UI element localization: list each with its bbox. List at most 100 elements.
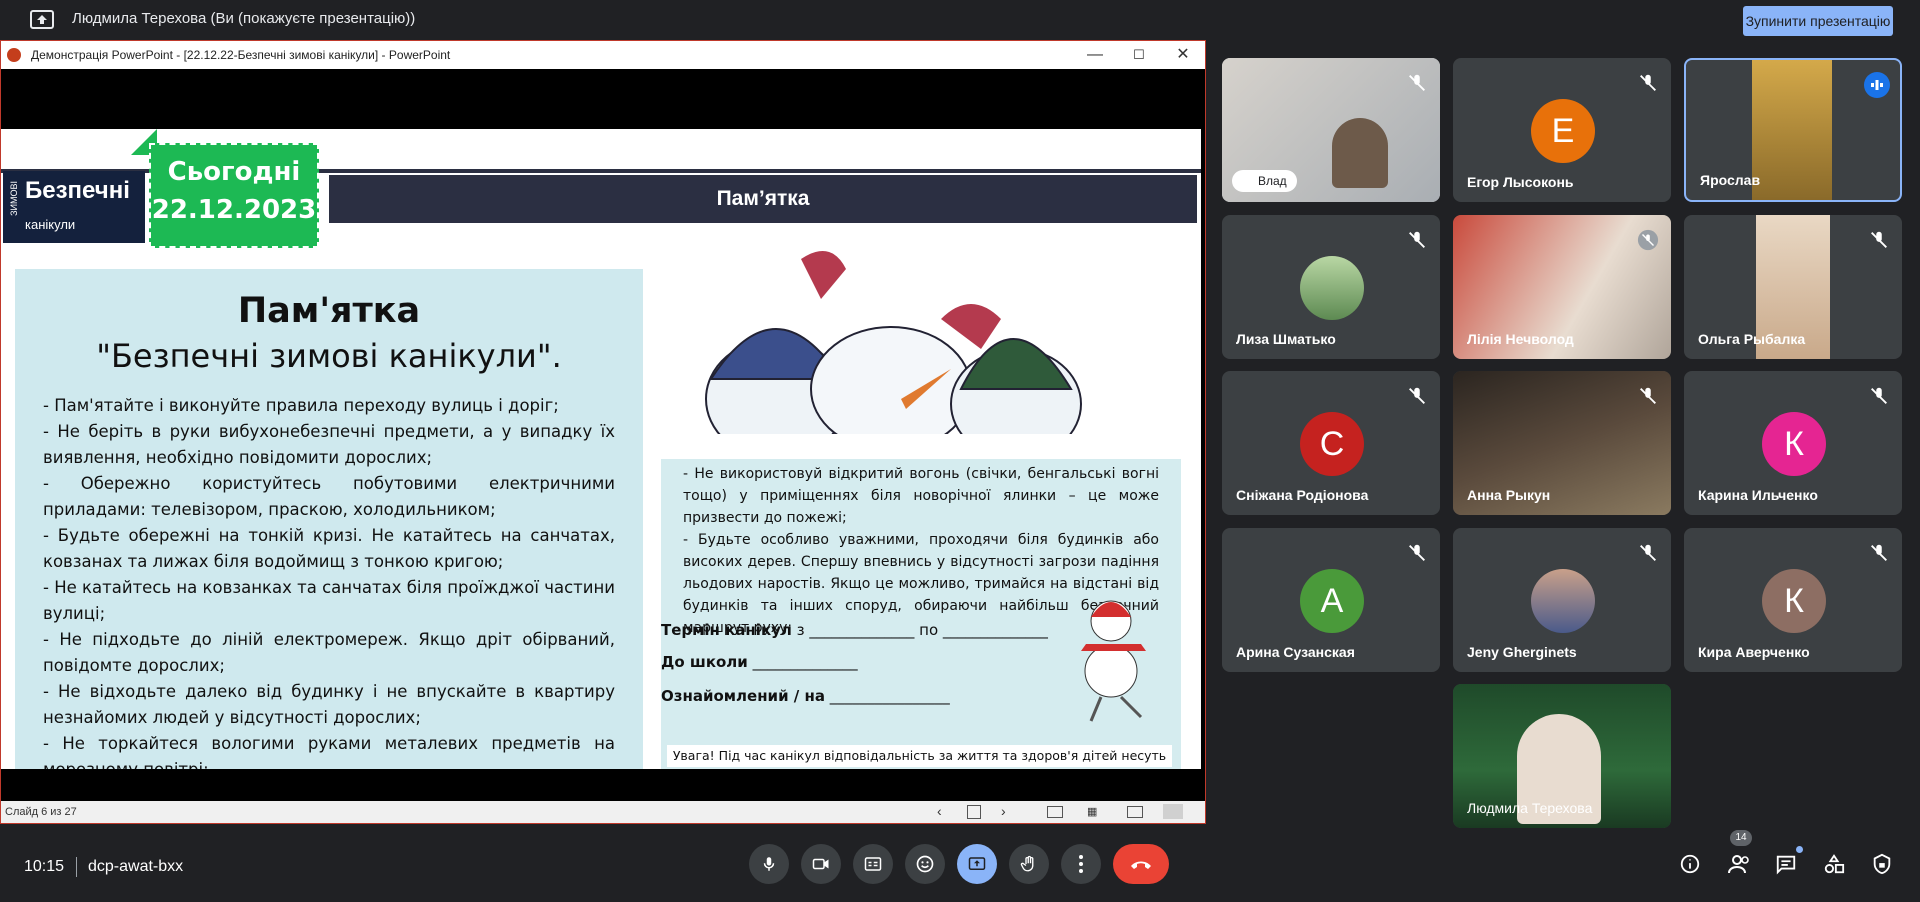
chat-button[interactable] xyxy=(1770,846,1803,880)
stop-presenting-button[interactable]: Зупинити презентацію xyxy=(1743,6,1893,36)
ppt-titlebar: Демонстрація PowerPoint - [22.12.22-Безп… xyxy=(1,41,1205,69)
more-options-button[interactable] xyxy=(1061,844,1101,884)
participant-tile[interactable]: К Карина Ильченко xyxy=(1684,371,1902,515)
participant-name: Сніжана Родіонова xyxy=(1236,487,1369,503)
participant-name: Людмила Терехова xyxy=(1467,800,1593,816)
memo-rule: - Не беріть в руки вибухонебезпечні пред… xyxy=(43,422,615,467)
memo-rule: - Не відходьте далеко від будинку і не в… xyxy=(43,682,615,727)
memo-right-panel: - Не використовуй відкритий вогонь (свіч… xyxy=(661,459,1181,769)
host-controls-button[interactable] xyxy=(1866,848,1898,880)
participant-tile-active-speaker[interactable]: Ярослав xyxy=(1684,58,1902,202)
close-icon[interactable]: ✕ xyxy=(1173,45,1193,65)
avatar: Е xyxy=(1531,99,1595,163)
participant-name: Егор Лысоконь xyxy=(1467,174,1574,190)
slideshow-view-icon[interactable] xyxy=(1163,804,1183,819)
normal-view-icon[interactable] xyxy=(1047,806,1063,818)
camera-button[interactable] xyxy=(801,844,841,884)
date-label: Сьогодні xyxy=(167,157,301,187)
participant-badge: Влад xyxy=(1232,170,1297,192)
avatar: С xyxy=(1300,412,1364,476)
logo-small-text: ЗИМОВІ xyxy=(9,181,19,216)
mic-off-icon xyxy=(1409,231,1425,248)
emoji-button[interactable] xyxy=(905,844,945,884)
hang-up-icon xyxy=(1131,861,1151,869)
activities-button[interactable] xyxy=(1818,848,1850,880)
memo-rules-list: - Пам'ятайте і виконуйте правила переход… xyxy=(43,393,615,769)
memo-rule: - Не підходьте до ліній електромереж. Як… xyxy=(43,630,615,675)
mic-off-icon xyxy=(1640,74,1656,91)
powerpoint-icon xyxy=(7,48,21,62)
participant-tile[interactable]: Е Егор Лысоконь xyxy=(1453,58,1671,202)
form-ack-blank: ________________ xyxy=(824,687,950,705)
participant-name: Лиза Шматько xyxy=(1236,331,1336,347)
mic-off-icon xyxy=(1871,544,1887,561)
participant-name: Лілія Нечволод xyxy=(1467,331,1574,347)
participant-name: Карина Ильченко xyxy=(1698,487,1818,503)
maximize-icon[interactable]: ☐ xyxy=(1129,45,1149,65)
avatar: К xyxy=(1762,412,1826,476)
participant-tile[interactable]: Jeny Gherginets xyxy=(1453,528,1671,672)
participant-tile[interactable]: К Кира Аверченко xyxy=(1684,528,1902,672)
people-button[interactable]: 14 xyxy=(1724,830,1756,880)
logo-sub-text: канікули xyxy=(25,217,76,232)
video-feed xyxy=(1752,60,1832,200)
self-view-tile[interactable]: Людмила Терехова xyxy=(1453,684,1671,828)
captions-button[interactable] xyxy=(853,844,893,884)
participant-tile[interactable]: А Арина Сузанская xyxy=(1222,528,1440,672)
mic-off-icon xyxy=(1871,231,1887,248)
participant-tile[interactable]: Ольга Рыбалка xyxy=(1684,215,1902,359)
participant-name: Ольга Рыбалка xyxy=(1698,331,1806,347)
next-slide-icon[interactable]: › xyxy=(1001,803,1006,819)
mic-off-icon xyxy=(1640,387,1656,404)
raise-hand-icon xyxy=(1020,855,1034,872)
unread-dot xyxy=(1796,846,1803,853)
present-screen-icon xyxy=(968,857,986,870)
date-badge: Сьогодні 22.12.2023 xyxy=(149,143,319,248)
mic-off-icon xyxy=(1637,229,1659,251)
more-vert-icon xyxy=(1079,855,1083,873)
avatar-photo xyxy=(1300,256,1364,320)
slide-header: Пам’ятка xyxy=(329,175,1197,223)
parents-warning: Увага! Під час канікул відповідальність … xyxy=(667,745,1172,767)
minimize-icon[interactable]: — xyxy=(1085,45,1105,65)
participant-tile[interactable]: Лілія Нечволод xyxy=(1453,215,1671,359)
reading-view-icon[interactable] xyxy=(1127,806,1143,818)
participant-tile[interactable]: С Сніжана Родіонова xyxy=(1222,371,1440,515)
participant-tile[interactable]: Лиза Шматько xyxy=(1222,215,1440,359)
leave-call-button[interactable] xyxy=(1113,844,1169,884)
form-term-label: Термін канікул xyxy=(661,621,792,639)
date-value: 22.12.2023 xyxy=(151,195,317,225)
snowmen-illustration xyxy=(681,251,1151,459)
memo-left-panel: Пам'ятка "Безпечні зимові канікули". - П… xyxy=(15,269,643,769)
mic-off-icon xyxy=(1871,387,1887,404)
avatar: А xyxy=(1300,569,1364,633)
memo-title: Пам'ятка xyxy=(237,291,421,331)
raise-hand-button[interactable] xyxy=(1009,844,1049,884)
present-now-button[interactable] xyxy=(957,844,997,884)
microphone-button[interactable] xyxy=(749,844,789,884)
participant-tile[interactable]: Анна Рыкун xyxy=(1453,371,1671,515)
memo-rule: - Пам'ятайте і виконуйте правила переход… xyxy=(43,396,559,415)
participant-name: Кира Аверченко xyxy=(1698,644,1810,660)
memo-rule: - Не торкайтеся вологими руками металеви… xyxy=(43,734,615,769)
meeting-details-button[interactable] xyxy=(1674,848,1706,880)
powerpoint-window: Демонстрація PowerPoint - [22.12.22-Безп… xyxy=(0,40,1206,824)
memo-rule: - Не катайтесь на ковзанках та санчатах … xyxy=(43,578,615,623)
ppt-statusbar: Слайд 6 из 27 ‹ › ▦ xyxy=(1,801,1205,823)
slide-list-icon[interactable] xyxy=(967,805,981,819)
form-term-blank: з ______________ по ______________ xyxy=(791,621,1048,639)
activities-icon xyxy=(1824,854,1845,874)
sorter-view-icon[interactable]: ▦ xyxy=(1087,805,1097,818)
presenting-status-text: Людмила Терехова (Ви (покажуєте презента… xyxy=(72,10,416,27)
form-school-blank: ______________ xyxy=(747,653,858,671)
memo-rule: - Будьте обережні на тонкій кризі. Не ка… xyxy=(43,526,615,571)
avatar-photo xyxy=(1531,569,1595,633)
prev-slide-icon[interactable]: ‹ xyxy=(937,803,942,819)
skating-snowman-icon xyxy=(1081,600,1146,722)
camera-icon xyxy=(812,858,829,870)
host-lock-icon xyxy=(1873,853,1891,875)
form-school-label: До школи xyxy=(661,653,748,671)
info-icon xyxy=(1680,854,1700,874)
chat-icon xyxy=(1776,855,1796,875)
participant-tile[interactable]: Влад xyxy=(1222,58,1440,202)
